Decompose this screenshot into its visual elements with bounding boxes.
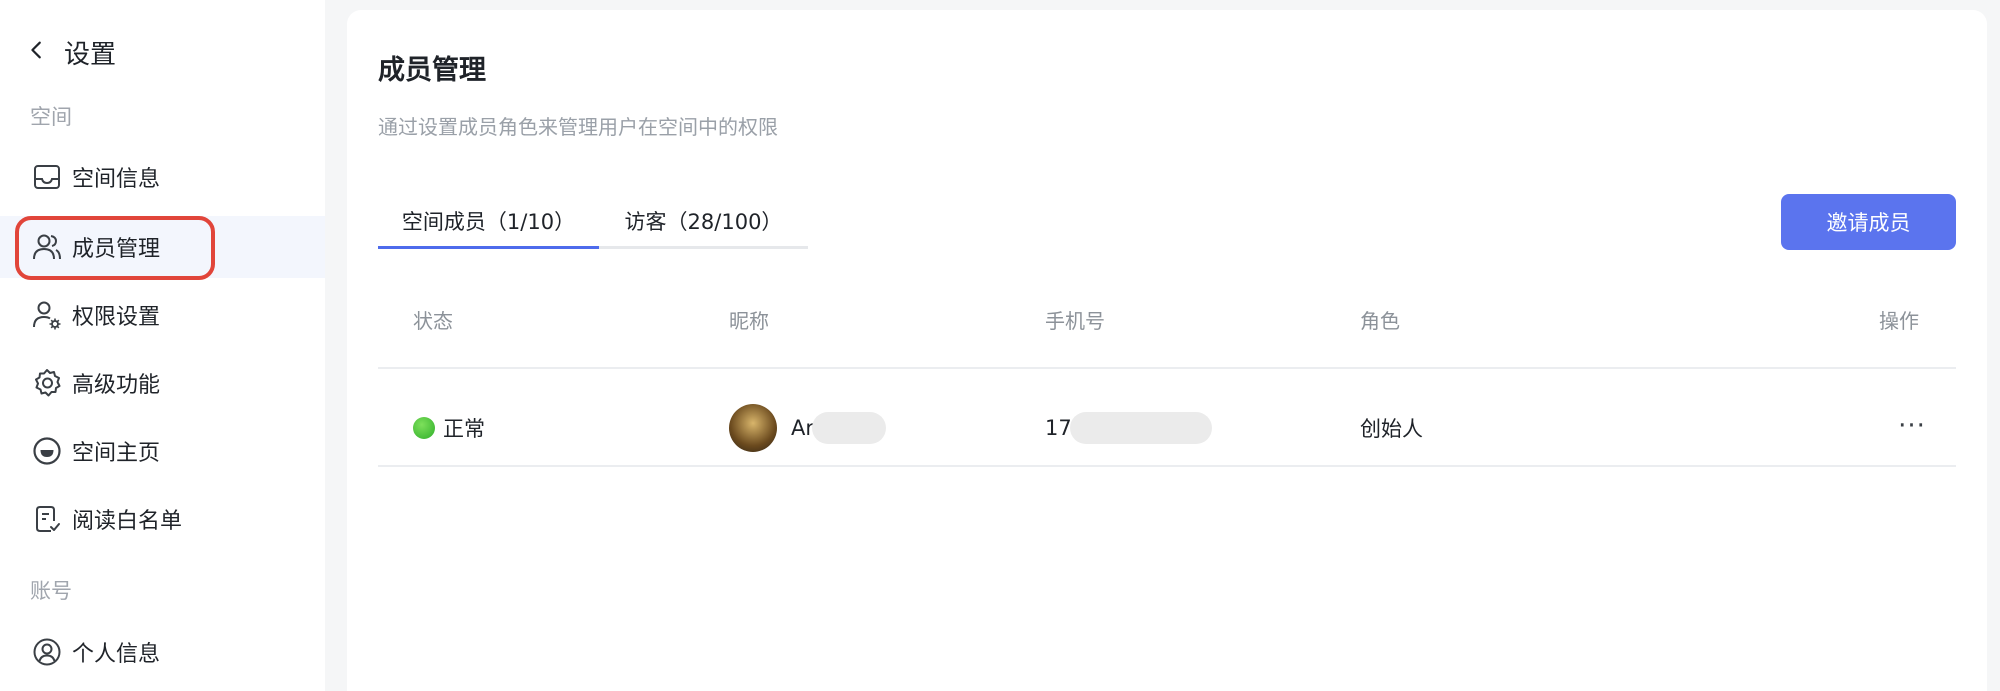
active-tab-indicator <box>378 246 599 249</box>
sidebar-item-label: 空间信息 <box>72 167 161 192</box>
sidebar-item-label: 成员管理 <box>72 237 161 262</box>
inbox-icon <box>30 160 64 194</box>
column-header-role: 角色 <box>1360 309 1400 333</box>
more-icon: ··· <box>1898 411 1926 441</box>
sidebar-item-label: 权限设置 <box>72 305 161 330</box>
table-row-divider <box>378 465 1956 467</box>
sidebar-item-whitelist[interactable]: 阅读白名单 <box>0 488 325 550</box>
sidebar-item-label: 个人信息 <box>72 642 161 667</box>
chevron-left-icon <box>26 39 48 65</box>
status-cell: 正常 <box>413 404 485 452</box>
column-header-nickname: 昵称 <box>729 309 769 333</box>
column-header-status: 状态 <box>413 309 453 333</box>
phone-text: 17 <box>1045 416 1072 440</box>
page-description: 通过设置成员角色来管理用户在空间中的权限 <box>378 115 778 139</box>
invite-member-button[interactable]: 邀请成员 <box>1781 194 1956 250</box>
back-button[interactable]: 设置 <box>26 32 116 72</box>
sidebar-item-members[interactable]: 成员管理 <box>0 216 325 278</box>
sidebar-item-homepage[interactable]: 空间主页 <box>0 420 325 482</box>
page-title: 成员管理 <box>378 55 486 86</box>
role-cell: 创始人 <box>1360 417 1423 441</box>
user-circle-icon <box>30 635 64 669</box>
user-gear-icon <box>30 298 64 332</box>
section-label-account: 账号 <box>30 579 72 603</box>
sidebar-item-advanced[interactable]: 高级功能 <box>0 352 325 414</box>
sidebar-item-label: 高级功能 <box>72 373 161 398</box>
sidebar-item-profile[interactable]: 个人信息 <box>0 621 325 683</box>
users-icon <box>30 230 64 264</box>
member-tabs: 空间成员（1/10） 访客（28/100） <box>378 193 808 249</box>
doc-check-icon <box>30 502 64 536</box>
sidebar-item-permissions[interactable]: 权限设置 <box>0 284 325 346</box>
column-header-action: 操作 <box>1879 309 1919 333</box>
nickname-text: Ar <box>791 416 814 440</box>
status-ok-icon <box>413 417 435 439</box>
smile-icon <box>30 434 64 468</box>
table-header-divider <box>378 367 1956 369</box>
gear-icon <box>30 366 64 400</box>
sidebar: 设置 空间 空间信息 成员管理 权限设置 高级功能 空间主页 阅读白名单 账号 … <box>0 0 325 691</box>
redaction-mask <box>812 412 886 444</box>
column-header-phone: 手机号 <box>1045 309 1105 333</box>
redaction-mask <box>1069 412 1212 444</box>
status-text: 正常 <box>443 417 485 441</box>
sidebar-item-label: 空间主页 <box>72 441 161 466</box>
section-label-space: 空间 <box>30 105 72 129</box>
tab-space-members[interactable]: 空间成员（1/10） <box>378 193 599 249</box>
main-panel: 成员管理 通过设置成员角色来管理用户在空间中的权限 空间成员（1/10） 访客（… <box>347 10 1987 691</box>
sidebar-item-space-info[interactable]: 空间信息 <box>0 146 325 208</box>
tab-visitors[interactable]: 访客（28/100） <box>599 193 808 249</box>
phone-cell: 17 <box>1045 404 1212 452</box>
settings-title: 设置 <box>64 39 117 70</box>
sidebar-item-label: 阅读白名单 <box>72 509 183 534</box>
avatar <box>729 404 777 452</box>
nickname-cell: Ar <box>729 404 886 452</box>
more-actions-button[interactable]: ··· <box>1892 406 1932 446</box>
